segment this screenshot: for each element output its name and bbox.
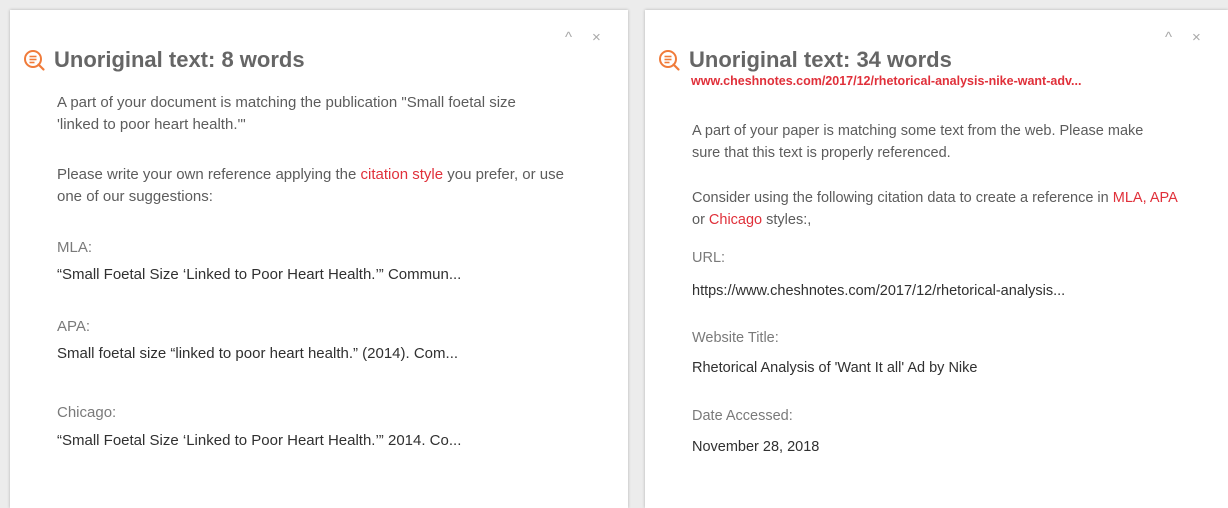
- panel-controls: ^ ×: [1165, 30, 1201, 45]
- website-title-value[interactable]: Rhetorical Analysis of 'Want It all' Ad …: [692, 360, 977, 376]
- apa-citation[interactable]: Small foetal size “linked to poor heart …: [57, 345, 458, 362]
- unoriginal-text-icon: [659, 50, 680, 71]
- mla-apa-link[interactable]: MLA, APA: [1113, 190, 1177, 206]
- close-button[interactable]: ×: [1192, 30, 1201, 45]
- chicago-label: Chicago:: [57, 404, 117, 421]
- chicago-citation[interactable]: “Small Foetal Size ‘Linked to Poor Heart…: [57, 432, 461, 449]
- close-button[interactable]: ×: [592, 30, 601, 45]
- mla-citation[interactable]: “Small Foetal Size ‘Linked to Poor Heart…: [57, 266, 461, 283]
- instruction-text: Please write your own reference applying…: [57, 166, 361, 183]
- panel-controls: ^ ×: [565, 30, 601, 45]
- chicago-link[interactable]: Chicago: [709, 212, 762, 228]
- date-accessed-value[interactable]: November 28, 2018: [692, 439, 819, 455]
- website-title-label: Website Title:: [692, 330, 779, 346]
- unoriginal-text-panel-right: ^ × Unoriginal text: 34 words www.cheshn…: [645, 10, 1228, 508]
- match-description: A part of your document is matching the …: [57, 94, 516, 133]
- url-label: URL:: [692, 250, 726, 266]
- instruction-text: or: [692, 212, 709, 228]
- panel-header: Unoriginal text: 34 words: [657, 47, 952, 73]
- panel-title: Unoriginal text: 8 words: [54, 47, 305, 72]
- instruction-text: Consider using the following citation da…: [692, 190, 1113, 206]
- date-accessed-label: Date Accessed:: [692, 408, 793, 424]
- instruction-text: styles:,: [762, 212, 812, 228]
- collapse-button[interactable]: ^: [1165, 30, 1172, 45]
- panel-header: Unoriginal text: 8 words: [22, 47, 305, 73]
- url-value[interactable]: https://www.cheshnotes.com/2017/12/rheto…: [692, 283, 1065, 299]
- collapse-button[interactable]: ^: [565, 30, 572, 45]
- panel-title: Unoriginal text: 34 words: [689, 47, 952, 72]
- apa-label: APA:: [57, 318, 91, 335]
- unoriginal-text-icon: [24, 50, 45, 71]
- match-description: A part of your paper is matching some te…: [692, 123, 1144, 161]
- source-url-link[interactable]: www.cheshnotes.com/2017/12/rhetorical-an…: [691, 74, 1081, 88]
- citation-instruction: Please write your own reference applying…: [57, 164, 587, 208]
- mla-label: MLA:: [57, 239, 93, 256]
- unoriginal-text-panel-left: ^ × Unoriginal text: 8 words A part of y…: [10, 10, 628, 508]
- citation-instruction: Consider using the following citation da…: [692, 187, 1192, 231]
- citation-style-link[interactable]: citation style: [361, 166, 444, 183]
